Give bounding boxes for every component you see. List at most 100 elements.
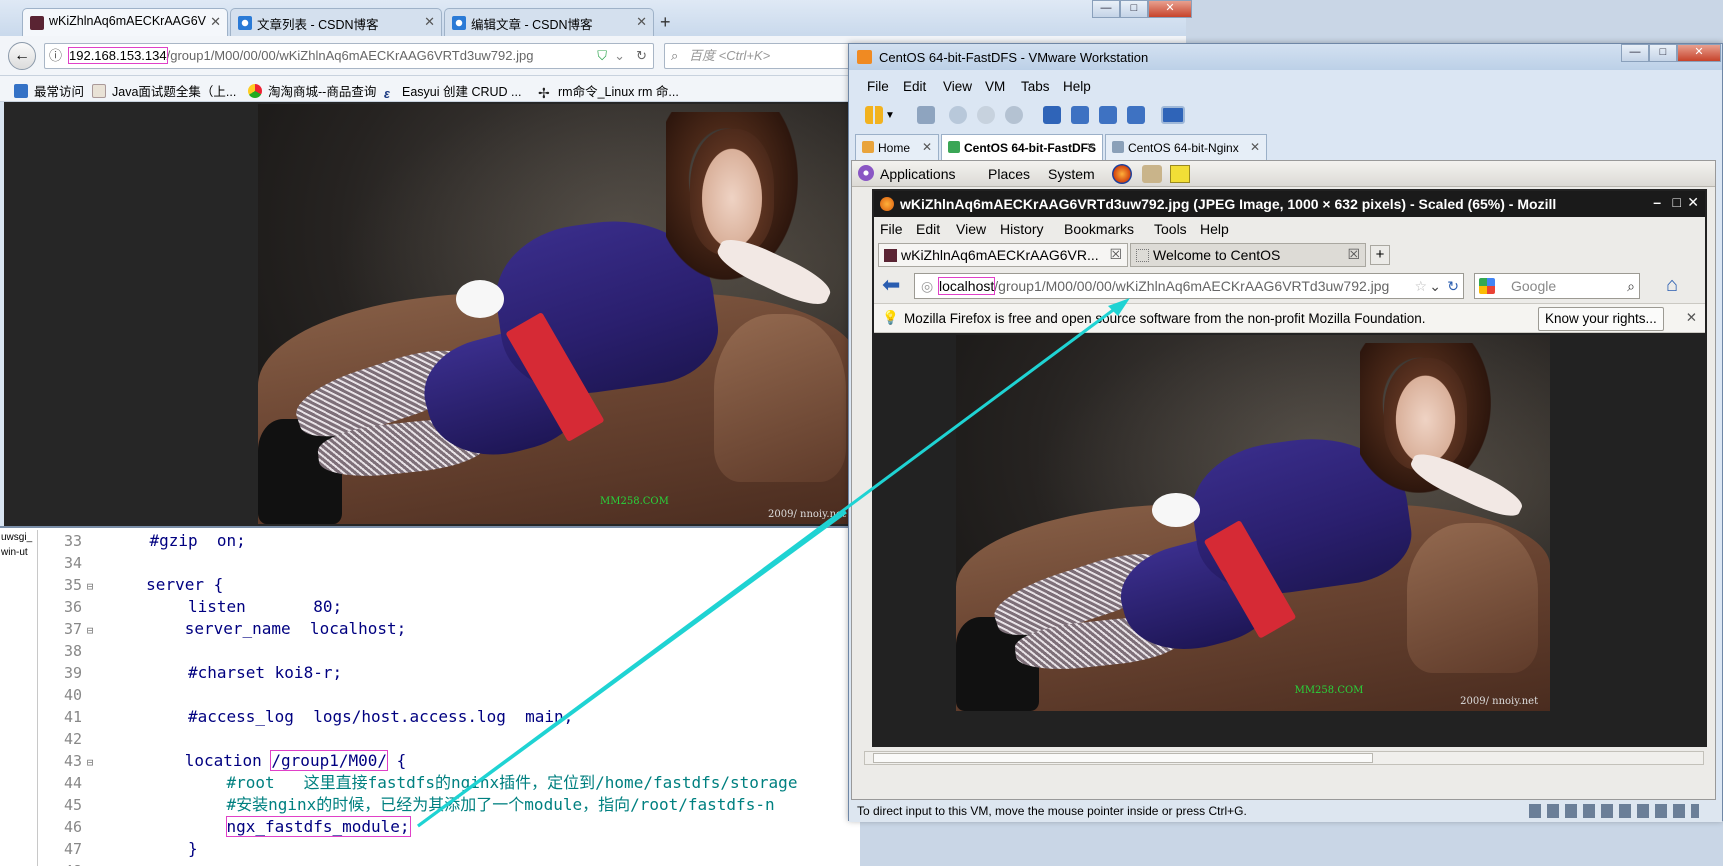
revert-icon[interactable] [977,106,995,124]
maximize-button[interactable]: □ [1673,194,1681,210]
horizontal-scrollbar[interactable] [864,751,1704,765]
bookmark-easyui[interactable]: ε Easyui 创建 CRUD ... [384,81,521,101]
menu-bookmarks[interactable]: Bookmarks [1064,221,1134,237]
bookmark-java[interactable]: Java面试题全集（上... [92,81,236,100]
minimize-button[interactable]: — [1092,0,1120,18]
image-photo: MM258.COM 2009/ nnoiy.net [956,335,1550,711]
back-arrow-icon[interactable]: ⬅ [882,274,900,296]
scrollbar-thumb[interactable] [873,753,1373,763]
menu-history[interactable]: History [1000,221,1044,237]
info-text: Mozilla Firefox is free and open source … [904,311,1426,326]
fold-icon[interactable]: ⊟ [82,752,98,774]
tab-article-list[interactable]: 文章列表 - CSDN博客 ✕ [230,8,442,36]
back-button[interactable]: ← [8,42,36,70]
close-icon[interactable]: ✕ [210,14,221,30]
manage-snapshots-icon[interactable] [1005,106,1023,124]
quick-switch-icon[interactable] [1071,106,1089,124]
notes-launcher-icon[interactable] [1170,165,1190,183]
binoculars-icon[interactable]: ⌕ [1627,274,1635,298]
dropdown-icon[interactable]: ⌄ [1429,274,1441,298]
fold-icon[interactable]: ⊟ [82,620,98,642]
dropdown-icon[interactable]: ⌄ [614,44,625,68]
firefox-launcher-icon[interactable] [1112,164,1132,184]
close-icon[interactable]: ✕ [922,140,932,154]
close-icon[interactable]: ✕ [1086,140,1096,154]
vmware-tabs: Home ✕ CentOS 64-bit-FastDFS ✕ CentOS 64… [849,134,1722,160]
menu-view[interactable]: View [943,79,972,94]
sidebar-item[interactable]: uwsgi_ [0,530,37,545]
close-window-button[interactable]: ✕ [1687,194,1699,211]
mail-launcher-icon[interactable] [1142,165,1162,183]
reload-icon[interactable]: ↻ [1447,274,1459,298]
sidebar-view-icon[interactable] [1043,106,1061,124]
vm-icon [1112,141,1124,153]
maximize-button[interactable]: □ [1649,44,1677,62]
maximize-button[interactable]: □ [1120,0,1148,18]
chevron-down-icon[interactable]: ▼ [885,110,903,128]
fullscreen-icon[interactable] [1099,106,1117,124]
bookmark-most-visited[interactable]: 最常访问 [14,81,84,100]
sidebar-item[interactable]: win-ut [0,545,37,560]
loading-icon [452,16,466,30]
close-icon[interactable]: ✕ [1250,140,1260,154]
new-tab-button[interactable]: + [660,12,671,33]
snapshot-icon[interactable] [949,106,967,124]
guest-image-viewer[interactable]: MM258.COM 2009/ nnoiy.net [874,333,1705,745]
vm-console[interactable]: Applications Places System wKiZhlnAq6mAE… [851,160,1716,800]
tab-image[interactable]: wKiZhlnAq6mAECKrAAG6VR... ☒ [878,243,1128,267]
project-sidebar[interactable]: uwsgi_ win-ut [0,530,38,866]
info-icon[interactable]: ⓘ [49,44,65,68]
guest-browser-window: wKiZhlnAq6mAECKrAAG6VRTd3uw792.jpg (JPEG… [872,189,1707,747]
tab-label: wKiZhlnAq6mAECKrAAG6V [49,14,207,28]
menu-file[interactable]: File [880,221,903,237]
close-window-button[interactable]: ✕ [1148,0,1192,18]
vmware-menu-bar: File Edit View VM Tabs Help [849,75,1722,99]
home-icon[interactable]: ⌂ [1666,274,1678,297]
search-input[interactable]: ⌕ 百度 <Ctrl+K> [664,43,864,69]
menu-file[interactable]: File [867,79,889,94]
new-tab-button[interactable]: + [1370,245,1390,265]
menu-tabs[interactable]: Tabs [1021,79,1050,94]
tab-welcome[interactable]: Welcome to CentOS ☒ [1130,243,1366,267]
menu-edit[interactable]: Edit [903,79,926,94]
close-icon[interactable]: ☒ [1109,246,1122,263]
menu-help[interactable]: Help [1063,79,1091,94]
menu-tools[interactable]: Tools [1154,221,1187,237]
pause-icon[interactable] [865,106,883,124]
bookmark-taotao[interactable]: 淘淘商城--商品查询 [248,81,376,100]
fold-icon[interactable]: ⊟ [82,576,98,598]
star-icon[interactable]: ☆ [1414,274,1427,298]
network-icon[interactable] [917,106,935,124]
menu-view[interactable]: View [956,221,986,237]
shield-icon[interactable]: ⛉ [597,44,607,68]
close-icon[interactable]: ☒ [1347,246,1360,263]
menu-places[interactable]: Places [988,166,1030,182]
menu-system[interactable]: System [1048,166,1095,182]
menu-edit[interactable]: Edit [916,221,940,237]
close-icon[interactable]: ✕ [636,14,647,30]
menu-vm[interactable]: VM [985,79,1005,94]
code-line: 45 #安装nginx的时候，已经为其添加了一个module，指向/root/f… [63,795,775,814]
address-bar[interactable]: ⓘ 192.168.153.134/group1/M00/00/00/wKiZhl… [44,43,654,69]
reload-icon[interactable]: ↻ [636,44,647,68]
tab-edit-article[interactable]: 编辑文章 - CSDN博客 ✕ [444,8,654,36]
bookmark-rm[interactable]: ✢ rm命令_Linux rm 命... [538,81,679,101]
unity-icon[interactable] [1127,106,1145,124]
know-your-rights-button[interactable]: Know your rights... [1538,307,1664,331]
close-icon[interactable]: ✕ [424,14,435,30]
close-window-button[interactable]: ✕ [1677,44,1721,62]
search-input[interactable]: Google ⌕ [1474,273,1640,299]
minimize-button[interactable]: — [1621,44,1649,62]
minimize-button[interactable]: – [1653,194,1661,210]
address-bar[interactable]: ◎ localhost/group1/M00/00/00/wKiZhlnAq6m… [914,273,1464,299]
close-icon[interactable]: ✕ [1686,310,1697,326]
window-title: wKiZhlnAq6mAECKrAAG6VRTd3uw792.jpg (JPEG… [900,196,1557,212]
device-status-icons[interactable] [1529,804,1699,818]
console-view-icon[interactable] [1161,106,1185,124]
tab-centos-nginx[interactable]: CentOS 64-bit-Nginx ✕ [1105,134,1267,160]
menu-applications[interactable]: Applications [880,166,956,182]
menu-help[interactable]: Help [1200,221,1229,237]
tab-home[interactable]: Home ✕ [855,134,939,160]
tab-centos-fastdfs[interactable]: CentOS 64-bit-FastDFS ✕ [941,134,1103,160]
tab-image[interactable]: wKiZhlnAq6mAECKrAAG6V ✕ [22,8,228,36]
